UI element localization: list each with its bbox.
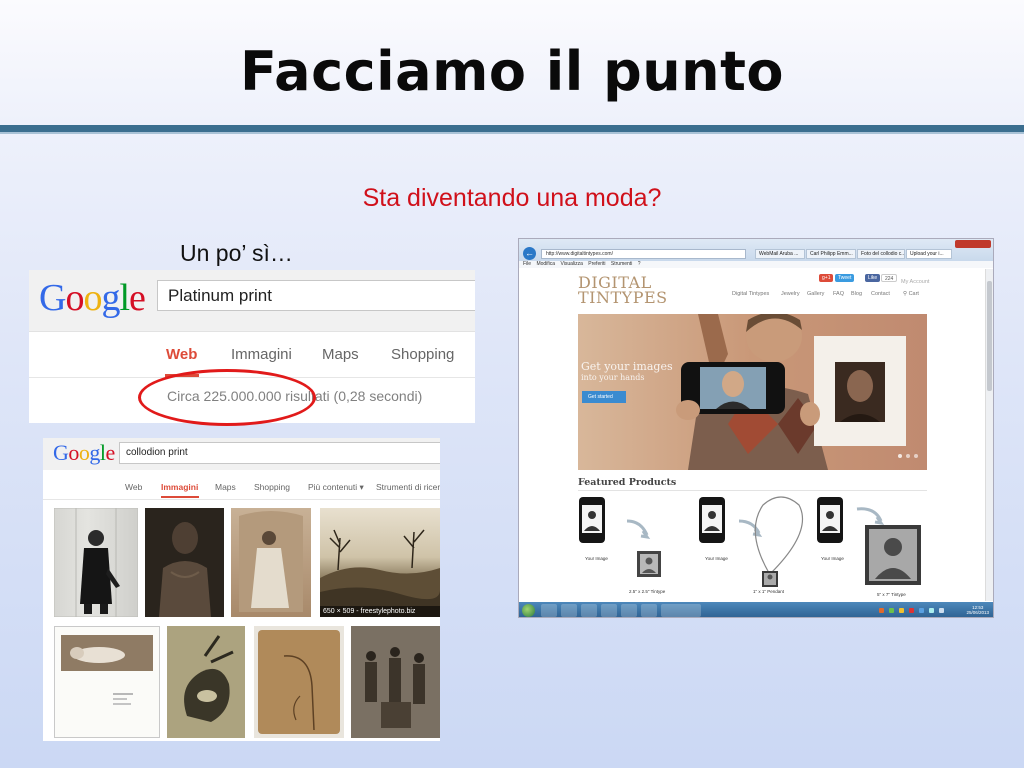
site-logo[interactable]: DIGITAL TINTYPES	[578, 275, 668, 306]
taskbar-app-icon[interactable]	[641, 604, 657, 617]
slide-title: Facciamo il punto	[239, 40, 785, 103]
tintype-icon	[637, 551, 661, 577]
start-icon[interactable]	[522, 604, 535, 617]
result-image[interactable]: 650 × 509 - freestylephoto.biz	[320, 508, 440, 617]
menu-item[interactable]: Visualizza	[560, 261, 582, 267]
tab-maps[interactable]: Maps	[215, 482, 236, 492]
slide-subtitle: Sta diventando una moda?	[362, 184, 662, 212]
tray-icon[interactable]	[899, 608, 904, 613]
like-button[interactable]: Like	[865, 274, 881, 282]
browser-tab[interactable]: Foto del collodio c...	[857, 249, 905, 259]
highlight-ellipse	[138, 369, 316, 426]
hero-photo	[676, 314, 918, 470]
search-input[interactable]: Platinum print	[157, 280, 475, 311]
nav-cart[interactable]: ⚲ Cart	[903, 291, 919, 297]
phone-icon	[699, 497, 725, 543]
tray-icon[interactable]	[919, 608, 924, 613]
taskbar-window-button[interactable]	[661, 604, 701, 617]
taskbar-folder-icon[interactable]	[581, 604, 597, 617]
active-tab-indicator	[161, 496, 199, 498]
tab-maps[interactable]: Maps	[322, 346, 359, 363]
result-image[interactable]	[231, 508, 311, 617]
result-image[interactable]	[54, 508, 138, 617]
menu-item[interactable]: Modifica	[536, 261, 555, 267]
search-input[interactable]: collodion print	[119, 442, 440, 464]
browser-tab-active[interactable]: Upload your i...	[906, 249, 952, 259]
product-label: 5" x 7" Tintype	[877, 592, 906, 597]
result-image[interactable]	[351, 626, 440, 738]
browser-menubar: File Modifica Visualizza Preferiti Strum…	[519, 261, 993, 268]
title-divider	[0, 125, 1024, 132]
menu-item[interactable]: Strumenti	[611, 261, 632, 267]
arrow-icon	[856, 507, 885, 526]
tab-immagini[interactable]: Immagini	[161, 482, 198, 492]
product-label: 2.5" x 2.5" Tintype	[629, 589, 666, 594]
nav-contact[interactable]: Contact	[871, 291, 890, 297]
browser-tab[interactable]: Carl Philipp Emm...	[806, 249, 856, 259]
result-image[interactable]	[167, 626, 245, 738]
nav-gallery[interactable]: Gallery	[807, 291, 824, 297]
tab-more[interactable]: Più contenuti ▾	[308, 482, 364, 493]
tweet-button[interactable]: Tweet	[835, 274, 855, 282]
back-icon[interactable]: ←	[523, 247, 536, 260]
menu-item[interactable]: File	[523, 261, 531, 267]
my-account-link[interactable]: My Account	[901, 279, 929, 285]
like-count: 224	[881, 274, 898, 282]
hero-heading: Get your images into your hands	[581, 360, 673, 382]
product-label: Your Image	[705, 556, 728, 561]
pendant-icon	[762, 571, 778, 587]
tab-immagini[interactable]: Immagini	[231, 346, 292, 363]
tab-shopping[interactable]: Shopping	[254, 482, 290, 492]
nav-blog[interactable]: Blog	[851, 291, 862, 297]
tray-icon[interactable]	[889, 608, 894, 613]
featured-products-heading: Featured Products	[578, 477, 677, 488]
menu-item[interactable]: ?	[638, 261, 641, 267]
result-image[interactable]	[254, 626, 344, 738]
system-clock[interactable]: 12:53 25/06/2013	[966, 605, 989, 615]
product-label: Your Image	[585, 556, 608, 561]
tray-icon[interactable]	[909, 608, 914, 613]
nav-faq[interactable]: FAQ	[833, 291, 844, 297]
product-label: Your Image	[821, 556, 844, 561]
tab-web[interactable]: Web	[166, 346, 197, 363]
taskbar-explorer-icon[interactable]	[561, 604, 577, 617]
google-images-screenshot: Google collodion print Web Immagini Maps…	[43, 438, 440, 741]
large-tintype-icon	[865, 525, 921, 585]
scrollbar-thumb[interactable]	[987, 281, 992, 391]
network-icon[interactable]	[939, 608, 944, 613]
browser-screenshot: ← http://www.digitaltintypes.com/ WebMai…	[518, 238, 994, 618]
result-image[interactable]	[54, 626, 160, 738]
cart-icon: ⚲	[903, 291, 908, 297]
gplus-button[interactable]: g+1	[819, 274, 834, 282]
result-image[interactable]	[145, 508, 224, 617]
browser-tab[interactable]: WebMail Aruba ...	[755, 249, 805, 259]
tab-search-tools[interactable]: Strumenti di ricerca	[376, 482, 440, 492]
scrollbar[interactable]	[985, 269, 993, 601]
nav-digital-tintypes[interactable]: Digital Tintypes	[732, 291, 769, 297]
nav-jewelry[interactable]: Jewelry	[781, 291, 800, 297]
menu-item[interactable]: Preferiti	[588, 261, 605, 267]
address-bar[interactable]: http://www.digitaltintypes.com/	[541, 249, 746, 259]
image-caption: 650 × 509 - freestylephoto.biz	[320, 606, 440, 617]
tab-web[interactable]: Web	[125, 482, 142, 492]
taskbar-app-icon[interactable]	[601, 604, 617, 617]
taskbar-ie-icon[interactable]	[541, 604, 557, 617]
windows-taskbar: 12:53 25/06/2013	[519, 602, 993, 617]
google-logo: Google	[53, 440, 115, 465]
get-started-button[interactable]: Get started	[582, 391, 626, 403]
volume-icon[interactable]	[929, 608, 934, 613]
slide-caption: Un po’ sì…	[180, 240, 293, 266]
product-label: 1" x 1" Pendant	[753, 589, 784, 594]
hero-banner: Get your images into your hands Get star…	[578, 314, 927, 470]
arrow-icon	[626, 519, 651, 540]
pendant-chain	[754, 496, 803, 574]
title-divider-accent	[0, 132, 1024, 134]
google-logo: Google	[39, 277, 146, 319]
window-controls[interactable]	[955, 240, 991, 248]
phone-icon	[817, 497, 843, 543]
taskbar-app-icon[interactable]	[621, 604, 637, 617]
tab-shopping[interactable]: Shopping	[391, 346, 454, 363]
phone-icon	[579, 497, 605, 543]
tray-icon[interactable]	[879, 608, 884, 613]
